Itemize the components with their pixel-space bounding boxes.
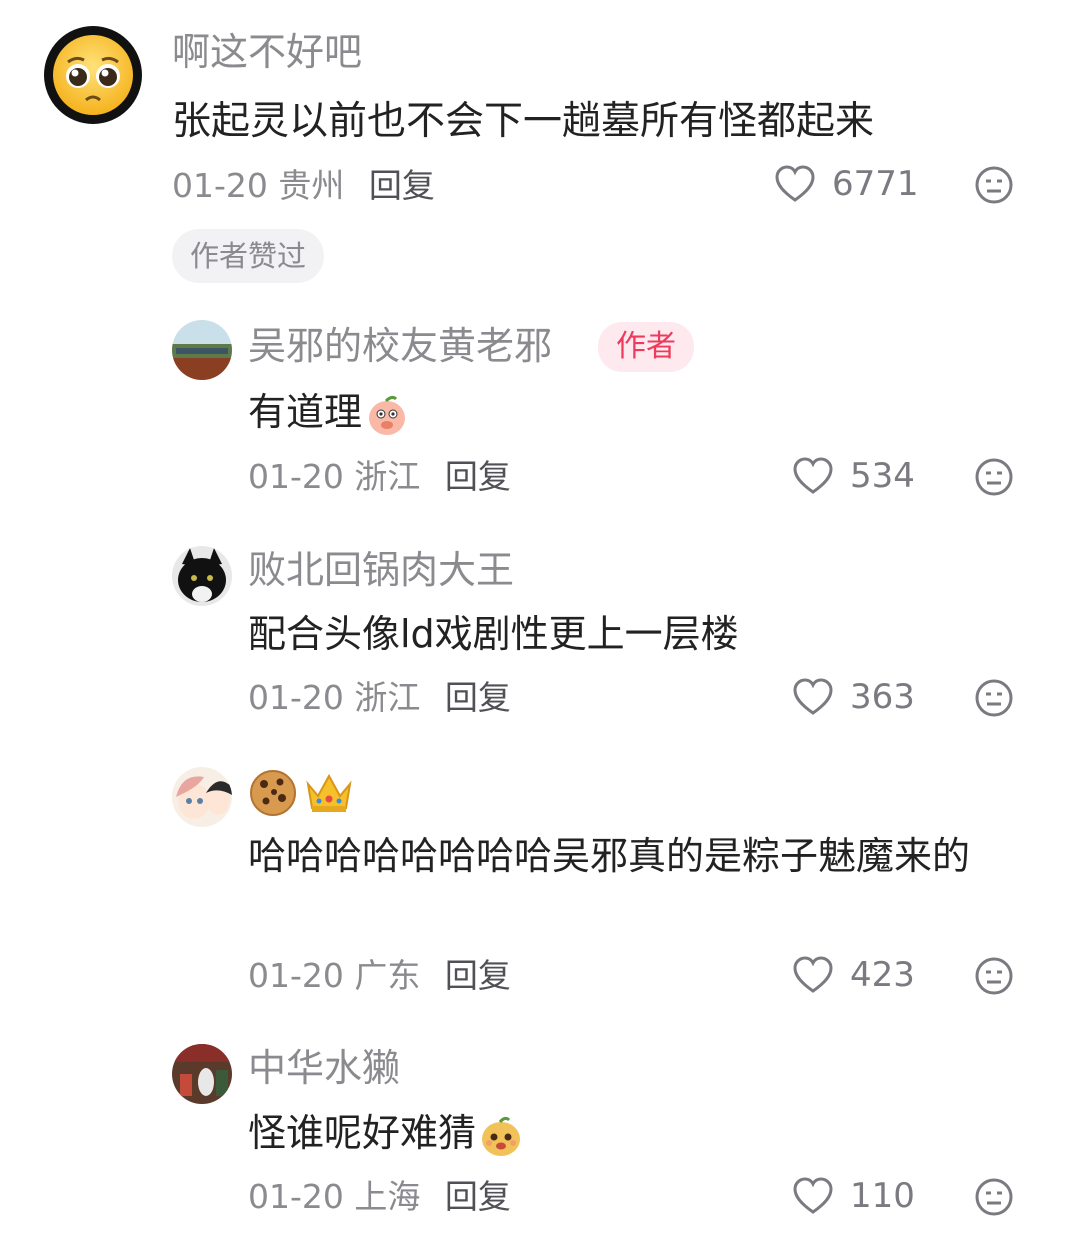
comment-date: 01-20 — [248, 956, 344, 995]
like-count: 423 — [850, 955, 915, 995]
avatar[interactable] — [172, 1044, 232, 1104]
dislike-face-icon[interactable] — [974, 1177, 1014, 1217]
author-liked-chip: 作者赞过 — [172, 229, 325, 283]
comment-text: 张起灵以前也不会下一趟墓所有怪都起来 — [172, 99, 875, 144]
avatar[interactable] — [172, 546, 232, 606]
comment-text: 怪谁呢好难猜 — [248, 1103, 524, 1163]
comment-username[interactable]: 中华水獭 — [248, 1044, 400, 1092]
heart-icon — [775, 165, 815, 202]
dislike-face-icon[interactable] — [974, 457, 1014, 497]
comment-location: 广东 — [354, 956, 421, 995]
comment-meta: 01-20 贵州 回复 — [172, 166, 435, 206]
black-cat-photo-icon — [172, 546, 232, 606]
comment-meta: 01-20 广东 回复 — [248, 956, 511, 996]
heart-icon — [793, 457, 833, 494]
username-emoji-group[interactable] — [248, 768, 354, 818]
heart-icon — [793, 956, 833, 993]
author-badge: 作者 — [598, 322, 694, 372]
comment-date: 01-20 — [248, 678, 344, 717]
comment-location: 上海 — [354, 1177, 421, 1216]
heart-icon — [793, 678, 833, 715]
comment-text: 配合头像ld戏剧性更上一层楼 — [248, 612, 739, 656]
comment-username[interactable]: 吴邪的校友黄老邪 — [248, 322, 552, 370]
like-button[interactable]: 423 — [792, 955, 915, 995]
comment-location: 浙江 — [354, 678, 421, 717]
comment-date: 01-20 — [172, 166, 268, 205]
dislike-face-icon[interactable] — [974, 678, 1014, 718]
comment-date: 01-20 — [248, 457, 344, 496]
rooftop-solar-photo-icon — [172, 320, 232, 380]
like-count: 534 — [850, 456, 915, 496]
peach-emoji-icon — [369, 395, 406, 435]
crown-icon — [306, 773, 352, 812]
comment-location: 贵州 — [278, 166, 345, 205]
comment-text-content: 有道理 — [248, 390, 363, 434]
like-count: 363 — [850, 677, 915, 717]
comment-date: 01-20 — [248, 1177, 344, 1216]
heart-icon — [793, 1177, 833, 1214]
reply-button[interactable]: 回复 — [445, 1177, 511, 1216]
reply-button[interactable]: 回复 — [445, 457, 511, 496]
like-button[interactable]: 534 — [792, 456, 915, 496]
cookie-icon — [250, 770, 296, 816]
like-button[interactable]: 110 — [792, 1176, 915, 1216]
comment-username[interactable]: 败北回锅肉大王 — [248, 546, 514, 594]
like-count: 110 — [850, 1176, 915, 1216]
comment-text: 哈哈哈哈哈哈哈哈吴邪真的是粽子魅魔来的 — [248, 834, 971, 878]
dislike-face-icon[interactable] — [974, 956, 1014, 996]
comment-username[interactable]: 啊这不好吧 — [172, 28, 362, 76]
like-button[interactable]: 6771 — [774, 164, 919, 204]
potato-emoji-icon — [482, 1116, 521, 1156]
like-count: 6771 — [832, 164, 919, 204]
pleading-face-icon — [53, 35, 133, 115]
avatar[interactable] — [172, 320, 232, 380]
comment-meta: 01-20 浙江 回复 — [248, 678, 511, 718]
avatar[interactable] — [172, 767, 232, 827]
avatar[interactable] — [44, 26, 142, 124]
comment-meta: 01-20 上海 回复 — [248, 1177, 511, 1217]
market-photo-icon — [172, 1044, 232, 1104]
comment-location: 浙江 — [354, 457, 421, 496]
comment-meta: 01-20 浙江 回复 — [248, 457, 511, 497]
comment-text-content: 怪谁呢好难猜 — [248, 1111, 477, 1155]
like-button[interactable]: 363 — [792, 677, 915, 717]
dislike-face-icon[interactable] — [974, 165, 1014, 205]
reply-button[interactable]: 回复 — [445, 678, 511, 717]
reply-button[interactable]: 回复 — [369, 166, 435, 205]
comment-text: 有道理 — [248, 382, 410, 442]
reply-button[interactable]: 回复 — [445, 956, 511, 995]
anime-girls-avatar-icon — [172, 767, 232, 827]
